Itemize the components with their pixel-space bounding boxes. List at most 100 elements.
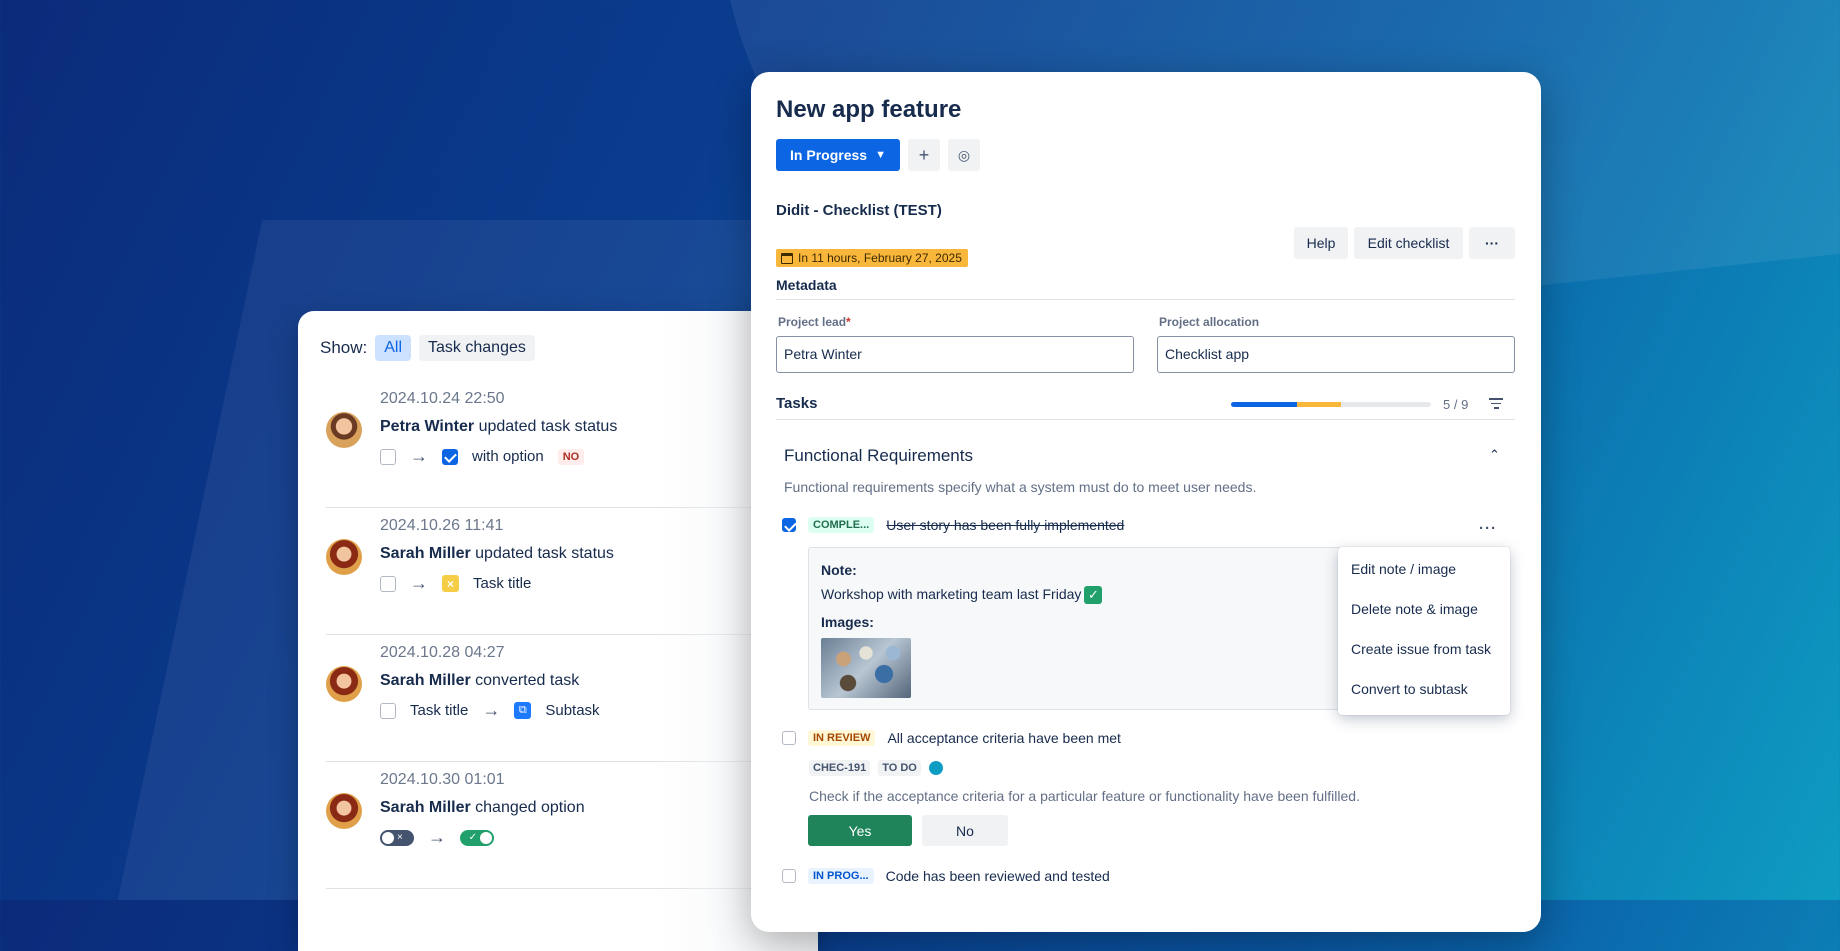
- criteria-description: Check if the acceptance criteria for a p…: [809, 788, 1360, 804]
- activity-line: Sarah Miller converted task: [380, 672, 579, 690]
- task-checkbox[interactable]: [782, 869, 796, 883]
- help-button[interactable]: Help: [1294, 227, 1348, 259]
- arrow-right-icon: →: [428, 827, 446, 847]
- arrow-right-icon: →: [482, 700, 501, 720]
- menu-convert-subtask[interactable]: Convert to subtask: [1351, 681, 1468, 697]
- task-more-icon[interactable]: ···: [1479, 520, 1497, 537]
- note-label: Note:: [821, 562, 857, 578]
- plus-icon: +: [918, 144, 930, 165]
- task-row: IN PROG... Code has been reviewed and te…: [782, 868, 1110, 884]
- task-context-menu: Edit note / image Delete note & image Cr…: [1338, 547, 1510, 715]
- task-status-badge: IN PROG...: [808, 868, 874, 884]
- task-text: User story has been fully implemented: [886, 517, 1125, 533]
- show-label: Show:: [320, 338, 368, 357]
- activity-time: 2024.10.24 22:50: [380, 390, 505, 407]
- add-button[interactable]: +: [908, 139, 940, 171]
- from-text: Task title: [410, 702, 469, 719]
- filter-icon[interactable]: [1489, 398, 1503, 412]
- activity-user: Sarah Miller: [380, 545, 471, 562]
- activity-time: 2024.10.26 11:41: [380, 517, 504, 534]
- metadata-title: Metadata: [776, 277, 837, 293]
- activity-time: 2024.10.30 01:01: [380, 771, 505, 788]
- task-note-box: Note: Workshop with marketing team last …: [808, 547, 1350, 710]
- linked-issue-row: CHEC-191 TO DO: [809, 760, 943, 776]
- arrow-right-icon: →: [410, 573, 428, 593]
- activity-action: converted task: [475, 672, 580, 689]
- project-lead-label-text: Project lead: [778, 315, 847, 329]
- task-checkbox[interactable]: [782, 518, 796, 532]
- task-checkbox[interactable]: [782, 731, 796, 745]
- menu-delete-note[interactable]: Delete note & image: [1351, 601, 1478, 617]
- no-button[interactable]: No: [922, 815, 1008, 846]
- change-text: with option: [472, 448, 544, 465]
- task-status-badge: IN REVIEW: [808, 730, 876, 746]
- activity-action: updated task status: [475, 545, 614, 562]
- assignee-avatar: [928, 761, 943, 775]
- checklist-app-title: Didit - Checklist (TEST): [776, 202, 942, 219]
- avatar: [326, 793, 362, 829]
- progress-inprogress-fill: [1297, 402, 1341, 407]
- task-text: All acceptance criteria have been met: [887, 730, 1121, 746]
- tasks-count: 5 / 9: [1443, 397, 1469, 412]
- project-lead-field[interactable]: Petra Winter: [776, 336, 1134, 373]
- activity-line: Petra Winter updated task status: [380, 418, 617, 436]
- edit-checklist-button[interactable]: Edit checklist: [1354, 227, 1463, 259]
- tasks-title: Tasks: [776, 395, 818, 412]
- filter-task-changes-chip[interactable]: Task changes: [419, 335, 535, 361]
- unchecked-box-icon: [380, 702, 396, 719]
- activity-panel: Show: All Task changes 2024.10.24 22:50 …: [298, 311, 818, 951]
- status-label: In Progress: [790, 147, 868, 163]
- task-row: COMPLE... User story has been fully impl…: [782, 517, 1124, 533]
- activity-action: changed option: [475, 799, 585, 816]
- activity-entry: 2024.10.24 22:50 Petra Winter updated ta…: [326, 380, 818, 508]
- activity-time: 2024.10.28 04:27: [380, 644, 505, 661]
- issue-status: TO DO: [878, 760, 921, 776]
- due-text: In 11 hours, February 27, 2025: [798, 251, 962, 265]
- toggle-on-icon: ✓: [460, 829, 494, 846]
- more-options-button[interactable]: ···: [1469, 227, 1515, 259]
- activity-entry: 2024.10.26 11:41 Sarah Miller updated ta…: [326, 507, 818, 635]
- activity-user: Petra Winter: [380, 418, 475, 435]
- progress-done-fill: [1231, 402, 1297, 407]
- activity-entry: 2024.10.30 01:01 Sarah Miller changed op…: [326, 761, 818, 889]
- task-status-badge: COMPLE...: [808, 517, 875, 533]
- filter-all-chip[interactable]: All: [375, 335, 412, 361]
- option-badge: NO: [557, 448, 585, 465]
- to-text: Subtask: [545, 702, 600, 719]
- issue-title: New app feature: [776, 96, 962, 123]
- calendar-icon: [781, 252, 793, 264]
- yes-button[interactable]: Yes: [808, 815, 912, 846]
- note-image-thumbnail[interactable]: [821, 638, 911, 698]
- checked-box-icon: [442, 448, 458, 465]
- avatar: [326, 539, 362, 575]
- status-dropdown-button[interactable]: In Progress ▼: [776, 139, 900, 171]
- avatar: [326, 666, 362, 702]
- chevron-up-icon[interactable]: ⌃: [1489, 447, 1500, 463]
- activity-line: Sarah Miller updated task status: [380, 545, 614, 563]
- watch-button[interactable]: ◎: [948, 139, 980, 171]
- check-mark-icon: ✓: [1084, 586, 1103, 605]
- issue-key[interactable]: CHEC-191: [809, 760, 871, 776]
- project-lead-label: Project lead*: [778, 315, 851, 329]
- activity-change: → × Task title: [380, 573, 531, 594]
- divider: [776, 419, 1515, 420]
- toggle-off-icon: ×: [380, 829, 414, 846]
- task-text: Code has been reviewed and tested: [885, 868, 1110, 884]
- activity-change: × → ✓: [380, 827, 494, 848]
- menu-edit-note[interactable]: Edit note / image: [1351, 561, 1456, 577]
- unchecked-box-icon: [380, 448, 396, 465]
- avatar: [326, 412, 362, 448]
- project-allocation-field[interactable]: Checklist app: [1157, 336, 1515, 373]
- subtask-icon: ⧉: [514, 702, 532, 719]
- project-allocation-label: Project allocation: [1159, 315, 1260, 329]
- arrow-right-icon: →: [410, 446, 428, 466]
- activity-action: updated task status: [478, 418, 618, 435]
- menu-create-issue[interactable]: Create issue from task: [1351, 641, 1491, 657]
- activity-entry: 2024.10.28 04:27 Sarah Miller converted …: [326, 634, 818, 762]
- activity-filter-row: Show: All Task changes: [320, 335, 535, 361]
- activity-change: Task title → ⧉ Subtask: [380, 700, 600, 721]
- required-mark: *: [846, 315, 851, 329]
- section-title: Functional Requirements: [784, 446, 973, 465]
- change-text: Task title: [473, 575, 532, 592]
- note-text: Workshop with marketing team last Friday…: [821, 586, 1103, 605]
